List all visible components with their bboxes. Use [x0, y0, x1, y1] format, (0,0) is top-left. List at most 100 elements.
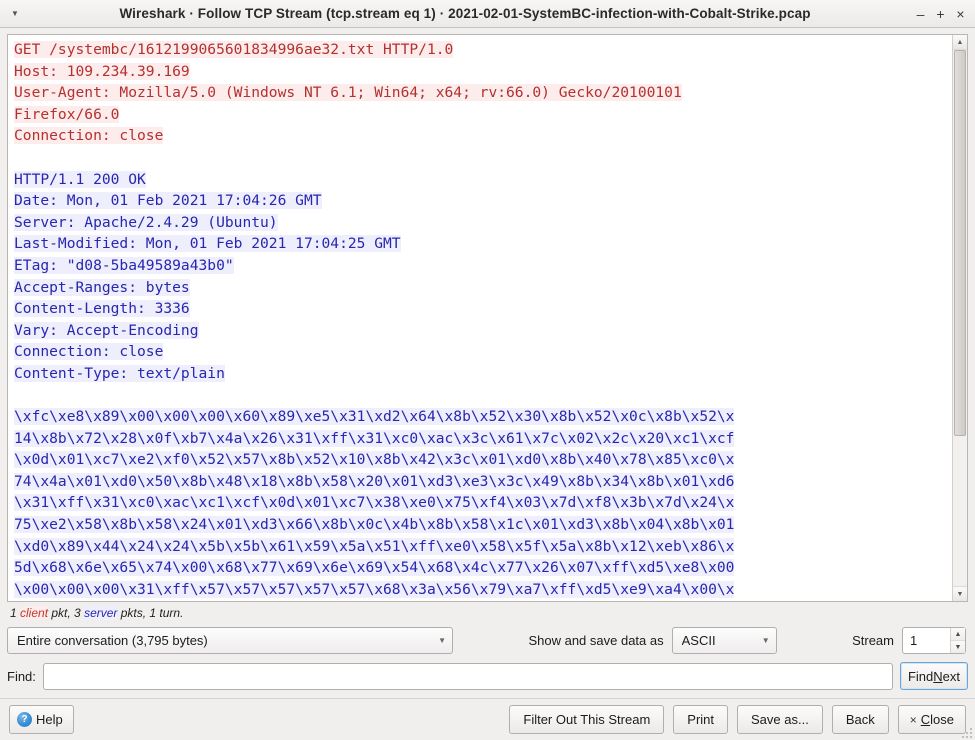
- stream-text-area[interactable]: GET /systembc/1612199065601834996ae32.tx…: [7, 34, 968, 602]
- conversation-select-value: Entire conversation (3,795 bytes): [17, 633, 208, 648]
- close-button[interactable]: × Close: [897, 705, 966, 734]
- conversation-select[interactable]: Entire conversation (3,795 bytes) ▼: [7, 627, 453, 654]
- stream-line: Date: Mon, 01 Feb 2021 17:04:26 GMT: [14, 190, 950, 212]
- dialog-button-bar: ? Help Filter Out This Stream Print Save…: [0, 698, 975, 740]
- server-text: 74\x4a\x01\xd0\x50\x8b\x48\x18\x8b\x58\x…: [14, 472, 735, 490]
- find-input[interactable]: [42, 662, 893, 690]
- server-text: Connection: close: [14, 343, 164, 361]
- server-text: Server: Apache/2.4.29 (Ubuntu): [14, 213, 278, 231]
- scroll-up-button[interactable]: ▲: [953, 35, 967, 50]
- data-format-select[interactable]: ASCII ▼: [671, 627, 777, 654]
- server-text: \xd0\x89\x44\x24\x24\x5b\x5b\x61\x59\x5a…: [14, 537, 735, 555]
- stream-number-value: 1: [910, 633, 918, 648]
- stream-blank-line: [14, 147, 950, 169]
- stream-line: \xfc\xe8\x89\x00\x00\x00\x60\x89\xe5\x31…: [14, 406, 950, 428]
- window-menu-icon[interactable]: ▼: [7, 6, 23, 22]
- stream-line: 75\xe2\x58\x8b\x58\x24\x01\xd3\x66\x8b\x…: [14, 514, 950, 536]
- client-text: Host: 109.234.39.169: [14, 62, 190, 80]
- chevron-down-icon: ▼: [761, 636, 770, 645]
- scrollbar-track[interactable]: [953, 50, 967, 586]
- close-suffix: lose: [930, 712, 954, 727]
- show-save-data-label: Show and save data as: [528, 633, 664, 648]
- server-text: Date: Mon, 01 Feb 2021 17:04:26 GMT: [14, 192, 322, 210]
- server-text: Content-Type: text/plain: [14, 364, 225, 382]
- server-text: Content-Length: 3336: [14, 300, 190, 318]
- stream-line: Content-Type: text/plain: [14, 363, 950, 385]
- stepper-arrows: ▲ ▼: [950, 628, 965, 653]
- stream-line: GET /systembc/1612199065601834996ae32.tx…: [14, 39, 950, 61]
- stream-line: Last-Modified: Mon, 01 Feb 2021 17:04:25…: [14, 233, 950, 255]
- server-text: \xfc\xe8\x89\x00\x00\x00\x60\x89\xe5\x31…: [14, 408, 735, 426]
- print-button[interactable]: Print: [673, 705, 729, 734]
- client-text: Connection: close: [14, 127, 164, 145]
- stream-line: Vary: Accept-Encoding: [14, 320, 950, 342]
- format-controls: Show and save data as ASCII ▼: [453, 627, 852, 654]
- filter-out-stream-button[interactable]: Filter Out This Stream: [509, 705, 665, 734]
- stream-content[interactable]: GET /systembc/1612199065601834996ae32.tx…: [8, 35, 952, 601]
- chevron-down-icon[interactable]: ▼: [951, 641, 965, 653]
- server-text: Last-Modified: Mon, 01 Feb 2021 17:04:25…: [14, 235, 401, 253]
- stream-line: Server: Apache/2.4.29 (Ubuntu): [14, 212, 950, 234]
- stream-line: Host: 109.234.39.169: [14, 61, 950, 83]
- status-suffix: pkts, 1 turn.: [117, 606, 184, 620]
- status-prefix: 1: [10, 606, 21, 620]
- window-close-button[interactable]: ×: [955, 7, 966, 21]
- stream-line: \x00\x00\x00\x31\xff\x57\x57\x57\x57\x57…: [14, 579, 950, 601]
- server-text: \x00\x00\x00\x31\xff\x57\x57\x57\x57\x57…: [14, 580, 735, 598]
- find-next-suffix: ext: [942, 668, 960, 684]
- client-text: GET /systembc/1612199065601834996ae32.tx…: [14, 41, 454, 58]
- stream-line: \xd0\x89\x44\x24\x24\x5b\x5b\x61\x59\x5a…: [14, 536, 950, 558]
- server-text: \x31\xff\x31\xc0\xac\xc1\xcf\x0d\x01\xc7…: [14, 494, 735, 512]
- data-format-value: ASCII: [681, 633, 716, 648]
- scrollbar-thumb[interactable]: [954, 50, 966, 436]
- stream-line: 14\x8b\x72\x28\x0f\xb7\x4a\x26\x31\xff\x…: [14, 428, 950, 450]
- minimize-button[interactable]: –: [915, 7, 926, 21]
- close-x-icon: ×: [909, 712, 917, 727]
- stream-line: ETag: "d08-5ba49589a43b0": [14, 255, 950, 277]
- server-text: 14\x8b\x72\x28\x0f\xb7\x4a\x26\x31\xff\x…: [14, 429, 735, 447]
- stream-line: Connection: close: [14, 341, 950, 363]
- stream-line: Content-Length: 3336: [14, 298, 950, 320]
- follow-tcp-stream-window: ▼ Wireshark · Follow TCP Stream (tcp.str…: [0, 0, 975, 740]
- stream-number-stepper[interactable]: 1 ▲ ▼: [902, 627, 966, 654]
- stream-label: Stream: [852, 633, 894, 648]
- title-bar: ▼ Wireshark · Follow TCP Stream (tcp.str…: [0, 0, 975, 28]
- stream-line: \x0d\x01\xc7\xe2\xf0\x52\x57\x8b\x52\x10…: [14, 449, 950, 471]
- stream-blank-line: [14, 385, 950, 407]
- server-text: \x0d\x01\xc7\xe2\xf0\x52\x57\x8b\x52\x10…: [14, 451, 735, 469]
- status-client-word: client: [20, 606, 49, 620]
- stream-line: Accept-Ranges: bytes: [14, 277, 950, 299]
- server-text: Accept-Ranges: bytes: [14, 278, 190, 296]
- help-button[interactable]: ? Help: [9, 705, 74, 734]
- stream-number-controls: Stream 1 ▲ ▼: [852, 627, 968, 654]
- vertical-scrollbar[interactable]: ▲ ▼: [952, 35, 967, 601]
- stream-line: \x31\xff\x31\xc0\xac\xc1\xcf\x0d\x01\xc7…: [14, 492, 950, 514]
- close-mnemonic: C: [920, 712, 931, 727]
- chevron-up-icon[interactable]: ▲: [951, 628, 965, 641]
- window-controls: – + ×: [907, 7, 968, 21]
- stream-line: Firefox/66.0: [14, 104, 950, 126]
- find-row: Find: Find Next: [7, 660, 968, 698]
- stream-line: 5d\x68\x6e\x65\x74\x00\x68\x77\x69\x6e\x…: [14, 557, 950, 579]
- find-next-mnemonic: N: [933, 668, 943, 684]
- back-button[interactable]: Back: [831, 705, 889, 734]
- find-next-prefix: Find: [907, 668, 934, 684]
- find-next-button[interactable]: Find Next: [899, 662, 968, 690]
- chevron-down-icon: ▼: [438, 636, 446, 645]
- server-text: 5d\x68\x6e\x65\x74\x00\x68\x77\x69\x6e\x…: [14, 559, 735, 577]
- server-text: Vary: Accept-Encoding: [14, 321, 199, 339]
- client-text: User-Agent: Mozilla/5.0 (Windows NT 6.1;…: [14, 84, 682, 102]
- save-as-button[interactable]: Save as...: [737, 705, 823, 734]
- status-server-word: server: [84, 606, 118, 620]
- resize-grip-icon[interactable]: [960, 726, 972, 738]
- scroll-down-button[interactable]: ▼: [953, 586, 967, 601]
- stream-line: 74\x4a\x01\xd0\x50\x8b\x48\x18\x8b\x58\x…: [14, 471, 950, 493]
- close-button-label: Close: [921, 712, 954, 727]
- server-text: 75\xe2\x58\x8b\x58\x24\x01\xd3\x66\x8b\x…: [14, 516, 735, 534]
- maximize-button[interactable]: +: [935, 7, 946, 21]
- question-mark-icon: ?: [17, 712, 32, 727]
- stream-controls-row: Entire conversation (3,795 bytes) ▼ Show…: [7, 625, 968, 660]
- dialog-content: GET /systembc/1612199065601834996ae32.tx…: [0, 28, 975, 698]
- client-text: Firefox/66.0: [14, 105, 120, 123]
- stream-line: HTTP/1.1 200 OK: [14, 169, 950, 191]
